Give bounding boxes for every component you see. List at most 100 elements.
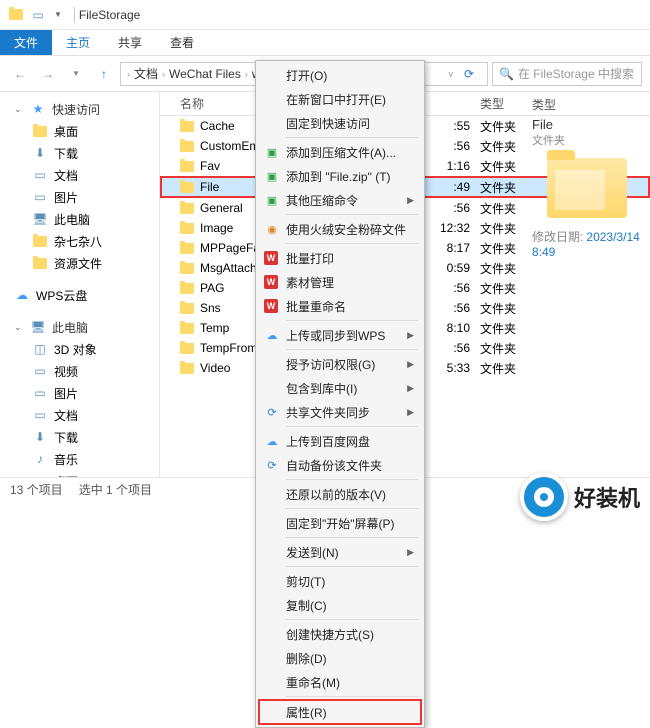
breadcrumb-item[interactable]: WeChat Files <box>169 67 241 81</box>
folder-icon <box>180 121 194 132</box>
sidebar-item-documents[interactable]: ▭文档 <box>0 164 159 186</box>
status-selected-count: 选中 1 个项目 <box>79 481 152 498</box>
tab-share[interactable]: 共享 <box>104 30 156 55</box>
sidebar-item-videos[interactable]: ▭视频 <box>0 360 159 382</box>
document-icon: ▭ <box>32 407 48 423</box>
backup-icon: ⟳ <box>264 457 280 473</box>
menu-restore-previous[interactable]: 还原以前的版本(V) <box>258 482 422 506</box>
column-type[interactable]: 类型 <box>480 95 540 112</box>
tab-view[interactable]: 查看 <box>156 30 208 55</box>
nav-back-button[interactable]: ← <box>8 62 32 86</box>
menu-share-sync[interactable]: ⟳共享文件夹同步▶ <box>258 400 422 424</box>
tab-home[interactable]: 主页 <box>52 30 104 55</box>
archive-icon: ▣ <box>264 192 280 208</box>
sidebar-item-pictures[interactable]: ▭图片 <box>0 186 159 208</box>
menu-add-archive[interactable]: ▣添加到压缩文件(A)... <box>258 140 422 164</box>
menu-upload-wps[interactable]: ☁上传或同步到WPS▶ <box>258 323 422 347</box>
chevron-right-icon: › <box>127 69 130 79</box>
search-placeholder: 在 FileStorage 中搜索 <box>518 65 634 82</box>
folder-icon <box>180 182 194 193</box>
folder-icon <box>180 263 194 274</box>
props-icon[interactable]: ▭ <box>30 7 46 23</box>
wps-icon: W <box>264 251 278 265</box>
menu-auto-backup[interactable]: ⟳自动备份该文件夹 <box>258 453 422 477</box>
document-icon: ▭ <box>32 167 48 183</box>
file-name: Image <box>200 221 233 235</box>
menu-open-new-window[interactable]: 在新窗口中打开(E) <box>258 87 422 111</box>
context-menu: 打开(O) 在新窗口中打开(E) 固定到快速访问 ▣添加到压缩文件(A)... … <box>255 60 425 728</box>
refresh-button[interactable]: ⟳ <box>457 62 481 86</box>
titlebar: ▭ ▼ FileStorage <box>0 0 650 30</box>
menu-pin-quick-access[interactable]: 固定到快速访问 <box>258 111 422 135</box>
collapse-icon[interactable]: ⌄ <box>14 322 24 333</box>
archive-icon: ▣ <box>264 144 280 160</box>
status-item-count: 13 个项目 <box>10 481 63 498</box>
menu-rename[interactable]: 重命名(M) <box>258 670 422 694</box>
tab-file[interactable]: 文件 <box>0 30 52 55</box>
nav-recent-dropdown[interactable]: ▼ <box>64 62 88 86</box>
search-input[interactable]: 🔍 在 FileStorage 中搜索 <box>492 62 642 86</box>
menu-include-library[interactable]: 包含到库中(I)▶ <box>258 376 422 400</box>
menu-grant-access[interactable]: 授予访问权限(G)▶ <box>258 352 422 376</box>
sidebar-wps-cloud[interactable]: ☁WPS云盘 <box>0 284 159 306</box>
menu-send-to[interactable]: 发送到(N)▶ <box>258 540 422 564</box>
picture-icon: ▭ <box>32 385 48 401</box>
menu-copy[interactable]: 复制(C) <box>258 593 422 617</box>
file-type: 文件夹 <box>480 300 540 317</box>
shield-icon: ◉ <box>264 221 280 237</box>
sidebar-item-music[interactable]: ♪音乐 <box>0 448 159 470</box>
menu-upload-baidu[interactable]: ☁上传到百度网盘 <box>258 429 422 453</box>
chevron-right-icon: ▶ <box>407 330 414 341</box>
ribbon-tabs: 文件 主页 共享 查看 <box>0 30 650 56</box>
menu-cut[interactable]: 剪切(T) <box>258 569 422 593</box>
sidebar-item-3d[interactable]: ◫3D 对象 <box>0 338 159 360</box>
file-name: Video <box>200 361 230 375</box>
menu-batch-print[interactable]: W批量打印 <box>258 246 422 270</box>
menu-pin-start[interactable]: 固定到"开始"屏幕(P) <box>258 511 422 535</box>
menu-material-manage[interactable]: W素材管理 <box>258 270 422 294</box>
music-icon: ♪ <box>32 451 48 467</box>
sidebar-item-resources[interactable]: 资源文件 <box>0 252 159 274</box>
collapse-icon[interactable]: ⌄ <box>14 104 24 115</box>
sidebar-item-documents2[interactable]: ▭文档 <box>0 404 159 426</box>
file-type: 文件夹 <box>480 220 540 237</box>
sidebar-item-downloads[interactable]: ⬇下载 <box>0 142 159 164</box>
folder-icon <box>180 243 194 254</box>
dropdown-icon[interactable]: v <box>449 69 454 79</box>
menu-other-compress[interactable]: ▣其他压缩命令▶ <box>258 188 422 212</box>
nav-up-button[interactable]: ↑ <box>92 62 116 86</box>
preview-date-label: 修改日期: <box>532 230 583 244</box>
video-icon: ▭ <box>32 363 48 379</box>
sidebar-this-pc[interactable]: ⌄ 🖥 此电脑 <box>0 316 159 338</box>
folder-icon <box>180 303 194 314</box>
cloud-icon: ☁ <box>264 327 280 343</box>
menu-create-shortcut[interactable]: 创建快捷方式(S) <box>258 622 422 646</box>
window-title: FileStorage <box>79 8 140 22</box>
sidebar-item-thispc[interactable]: 🖥此电脑 <box>0 208 159 230</box>
folder-icon <box>32 123 48 139</box>
sidebar-item-desktop2[interactable]: ▭桌面 <box>0 470 159 477</box>
file-name: General <box>200 201 243 215</box>
sidebar-item-pictures2[interactable]: ▭图片 <box>0 382 159 404</box>
menu-open[interactable]: 打开(O) <box>258 63 422 87</box>
folder-preview-icon <box>547 158 627 218</box>
pc-icon: 🖥 <box>32 211 48 227</box>
wps-icon: W <box>264 299 278 313</box>
pc-icon: 🖥 <box>30 319 46 335</box>
sidebar-item-desktop[interactable]: 桌面 <box>0 120 159 142</box>
sidebar-quick-access[interactable]: ⌄ ★ 快速访问 <box>0 98 159 120</box>
file-name: Cache <box>200 119 235 133</box>
chevron-right-icon: ▶ <box>407 407 414 418</box>
folder-icon <box>180 161 194 172</box>
sidebar-item-downloads2[interactable]: ⬇下载 <box>0 426 159 448</box>
nav-forward-button: → <box>36 62 60 86</box>
menu-huorong-shred[interactable]: ◉使用火绒安全粉碎文件 <box>258 217 422 241</box>
search-icon: 🔍 <box>499 67 514 81</box>
breadcrumb-item[interactable]: 文档 <box>134 65 158 82</box>
sidebar-item-misc[interactable]: 杂七杂八 <box>0 230 159 252</box>
menu-delete[interactable]: 删除(D) <box>258 646 422 670</box>
qat-dropdown-icon[interactable]: ▼ <box>54 10 62 19</box>
menu-properties[interactable]: 属性(R) <box>258 699 422 725</box>
menu-batch-rename[interactable]: W批量重命名 <box>258 294 422 318</box>
menu-add-zip[interactable]: ▣添加到 "File.zip" (T) <box>258 164 422 188</box>
